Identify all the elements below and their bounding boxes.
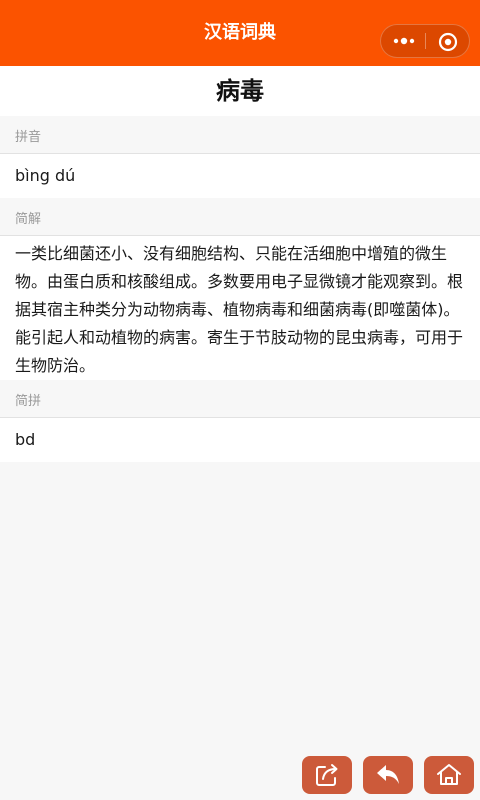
share-button[interactable] (302, 756, 352, 794)
back-button[interactable] (363, 756, 413, 794)
home-button[interactable] (424, 756, 474, 794)
abbr-value: bd (15, 430, 36, 449)
abbr-box: bd (0, 418, 480, 462)
pinyin-label: 拼音 (15, 130, 42, 145)
mini-program-capsule (380, 24, 470, 58)
home-icon (437, 764, 461, 785)
word-title: 病毒 (216, 77, 264, 105)
pinyin-box: bìng dú (0, 154, 480, 198)
explanation-box: 一类比细菌还小、没有细胞结构、只能在活细胞中增殖的微生物。由蛋白质和核酸组成。多… (0, 236, 480, 380)
explanation-text: 一类比细菌还小、没有细胞结构、只能在活细胞中增殖的微生物。由蛋白质和核酸组成。多… (15, 244, 464, 375)
abbr-label: 简拼 (15, 394, 42, 409)
explanation-label: 简解 (15, 212, 42, 227)
pinyin-value: bìng dú (15, 166, 76, 185)
capsule-divider (425, 33, 426, 49)
target-icon[interactable] (437, 31, 459, 53)
top-navigation-bar: 汉语词典 (0, 0, 480, 66)
more-dots-icon[interactable] (391, 33, 417, 49)
share-icon (316, 764, 338, 786)
word-header: 病毒 (0, 66, 480, 116)
back-arrow-icon (377, 765, 399, 784)
